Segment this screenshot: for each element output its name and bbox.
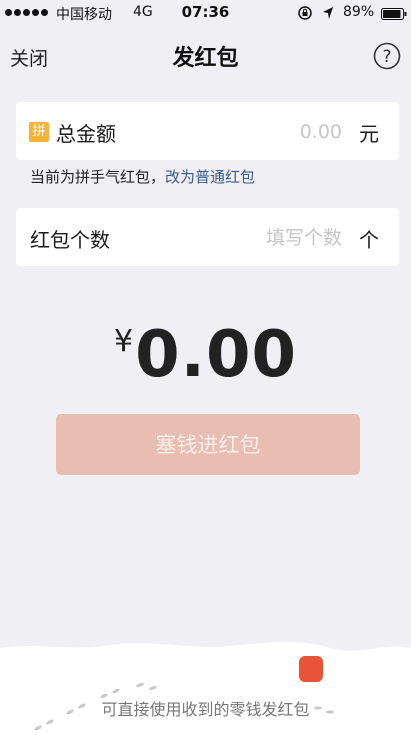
switch-to-normal-link[interactable]: 改为普通红包: [165, 168, 255, 186]
packet-count-input[interactable]: [190, 222, 344, 254]
page-title: 发红包: [172, 46, 239, 71]
svg-text:?: ?: [382, 47, 391, 67]
footprints-decoration: [34, 682, 334, 731]
packet-type-hint: 当前为拼手气红包，改为普通红包: [30, 166, 255, 187]
amount-total-display: 0.00: [135, 318, 297, 392]
status-bar: 中国移动 4G 07:36 89%: [0, 0, 411, 26]
nav-bar: 关闭 发红包 ?: [0, 26, 411, 84]
put-money-button[interactable]: 塞钱进红包: [56, 414, 360, 475]
lucky-packet-badge: 拼: [29, 122, 49, 142]
amount-unit: 元: [359, 122, 379, 146]
amount-summary: ¥0.00: [0, 318, 411, 392]
location-arrow-icon: [323, 7, 333, 19]
packet-count-card: 红包个数 个: [16, 208, 399, 266]
total-amount-label: 总金额: [56, 122, 116, 146]
currency-symbol: ¥: [114, 324, 134, 359]
footer: 可直接使用收到的零钱发红包: [0, 636, 411, 747]
count-unit: 个: [359, 228, 379, 252]
total-amount-card: 拼 总金额 元: [16, 102, 399, 160]
total-amount-input[interactable]: [190, 116, 344, 148]
battery-percent: 89%: [343, 4, 375, 20]
packet-count-label: 红包个数: [30, 228, 110, 252]
rotation-lock-icon: [298, 6, 312, 20]
footer-hint: 可直接使用收到的零钱发红包: [101, 700, 310, 719]
packet-type-text: 当前为拼手气红包，: [30, 168, 166, 186]
question-circle-icon[interactable]: ?: [373, 42, 401, 70]
battery-icon: [381, 8, 407, 20]
red-packet-icon: [299, 656, 323, 682]
